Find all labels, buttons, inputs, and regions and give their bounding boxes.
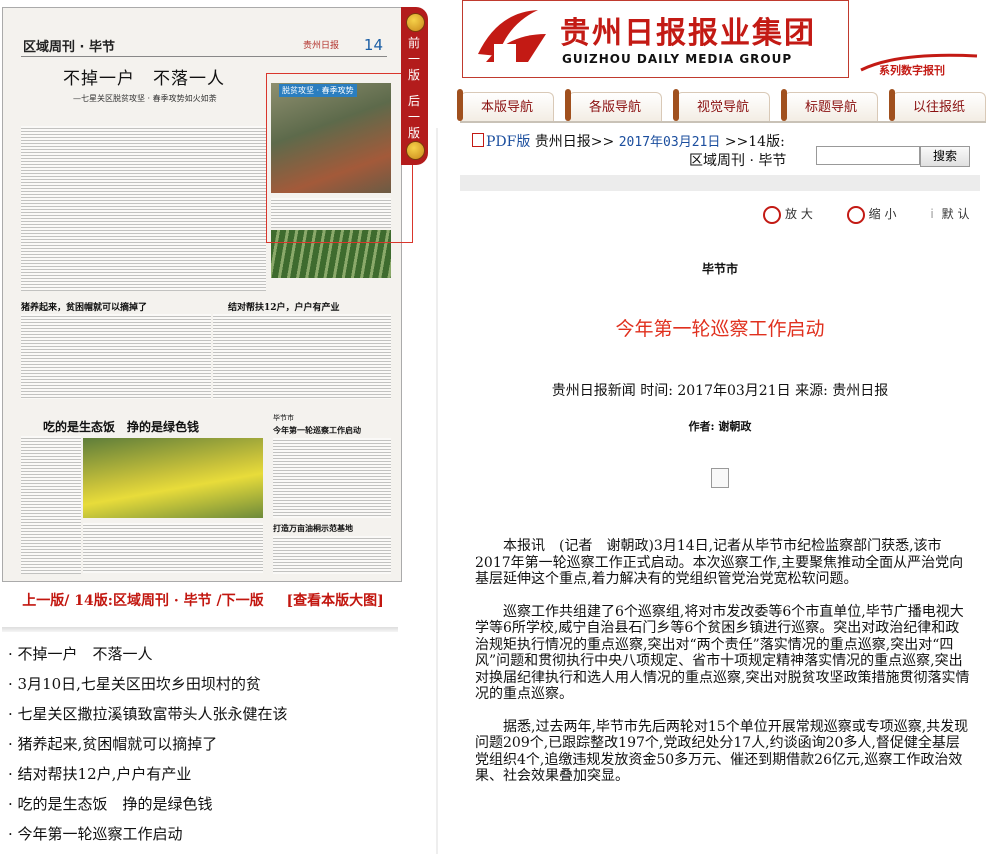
paper-mid-head-1[interactable]: 猪养起来，贫困帽就可以摘掉了 <box>21 300 147 313</box>
paper-text-block <box>21 314 211 399</box>
article-list: · 不掉一户 不落一人 · 3月10日,七星关区田坎乡田坝村的贫 · 七星关区撒… <box>8 642 403 852</box>
broken-image-icon <box>711 468 729 488</box>
next-page-link[interactable]: 后一版 <box>408 93 421 141</box>
zoom-reset-label: 默 认 <box>941 207 970 221</box>
paper-text-block <box>213 314 391 399</box>
paper-photo <box>83 438 263 518</box>
breadcrumb-page-name: 区域周刊 · 毕节 <box>689 153 787 169</box>
tab-title-nav[interactable]: 标题导航 <box>781 89 878 121</box>
paper-text-block <box>21 436 81 574</box>
article-list-item[interactable]: · 结对帮扶12户,户户有产业 <box>8 762 403 792</box>
vertical-page-nav: 前一版 后一版 <box>401 7 428 165</box>
paper-section-title: 区域周刊 · 毕节 <box>23 40 115 55</box>
article-list-item[interactable]: · 不掉一户 不落一人 <box>8 642 403 672</box>
digital-papers-link[interactable]: 系列数字报刊 <box>879 62 945 78</box>
prev-page-link[interactable]: 前一版 <box>408 35 421 83</box>
article-list-item[interactable]: · 3月10日,七星关区田坎乡田坝村的贫 <box>8 672 403 702</box>
paper-right-section: 毕节市 <box>273 414 294 422</box>
tab-visual-nav[interactable]: 视觉导航 <box>673 89 770 121</box>
current-page-label: 14版:区域周刊 · 毕节 <box>74 593 212 609</box>
zoom-reset-button[interactable]: i默 认 <box>930 207 969 221</box>
breadcrumb: PDF版 贵州日报>> 2017年03月21日 >>14版: <box>472 131 785 151</box>
divider <box>2 627 398 632</box>
article-list-item[interactable]: · 猪养起来,贫困帽就可以摘掉了 <box>8 732 403 762</box>
tab-past-papers[interactable]: 以往报纸 <box>889 89 986 121</box>
tab-divider <box>460 121 986 123</box>
paper-text-block <box>273 438 391 518</box>
zoom-controls: 放 大 缩 小 i默 认 <box>763 205 989 224</box>
paper-page-number: 14 <box>363 36 383 54</box>
article-paragraph: 本报讯 (记者 谢朝政)3月14日,记者从毕节市纪检监察部门获悉,该市2017年… <box>475 538 964 587</box>
article-section: 毕节市 <box>701 262 738 276</box>
brand-logo-icon <box>478 10 546 62</box>
tab-all-pages-nav[interactable]: 各版导航 <box>565 89 662 121</box>
paper-rule <box>21 56 387 57</box>
search-input[interactable] <box>816 146 920 165</box>
page-navigation: 上一版/ 14版:区域周刊 · 毕节 /下一版 [查看本版大图] <box>8 593 398 610</box>
gray-strip <box>460 175 980 191</box>
paper-text-block <box>273 536 391 574</box>
search-button[interactable]: 搜索 <box>920 146 970 167</box>
article-list-item[interactable]: · 吃的是生态饭 挣的是绿色钱 <box>8 792 403 822</box>
article-title: 今年第一轮巡察工作启动 <box>615 318 825 340</box>
zoom-out-icon <box>846 205 865 224</box>
pdf-icon[interactable] <box>472 133 484 147</box>
zoom-in-label: 放 大 <box>785 207 813 221</box>
breadcrumb-page: >>14版: <box>724 134 785 150</box>
prev-page-text-link[interactable]: 上一版/ <box>22 593 69 609</box>
info-icon: i <box>930 207 934 221</box>
next-knob-icon[interactable] <box>406 141 425 160</box>
brand-name-en: GUIZHOU DAILY MEDIA GROUP <box>562 52 793 66</box>
brand-name-cn: 贵州日报报业集团 <box>560 16 816 51</box>
paper-mid-head-2[interactable]: 结对帮扶12户，户户有产业 <box>228 300 340 313</box>
breadcrumb-paper[interactable]: 贵州日报>> <box>535 134 614 150</box>
view-big-image-link[interactable]: [查看本版大图] <box>286 593 383 609</box>
article-meta: 贵州日报新闻 时间: 2017年03月21日 来源: 贵州日报 <box>551 383 889 399</box>
article-paragraph: 巡察工作共组建了6个巡察组,将对市发改委等6个市直单位,毕节广播电视大学等6所学… <box>475 603 970 703</box>
tab-page-nav[interactable]: 本版导航 <box>457 89 554 121</box>
paper-right-head-1[interactable]: 今年第一轮巡察工作启动 <box>273 425 361 436</box>
zoom-in-button[interactable]: 放 大 <box>763 205 813 224</box>
paper-subhead: —七星关区脱贫攻坚 · 春季攻势如火如荼 <box>73 94 217 103</box>
pdf-link[interactable]: PDF版 <box>486 134 530 150</box>
article-author: 作者: 谢朝政 <box>688 420 752 433</box>
zoom-out-label: 缩 小 <box>868 207 897 221</box>
article-highlight-box[interactable] <box>266 73 413 243</box>
paper-text-block <box>21 126 266 291</box>
article-paragraph: 据悉,过去两年,毕节市先后两轮对15个单位开展常规巡察或专项巡察,共发现问题20… <box>475 718 969 785</box>
zoom-in-icon <box>763 205 781 224</box>
paper-bottom-head[interactable]: 吃的是生态饭 挣的是绿色钱 <box>43 418 199 435</box>
next-page-text-link[interactable]: /下一版 <box>216 593 263 609</box>
zoom-out-button[interactable]: 缩 小 <box>846 205 897 224</box>
breadcrumb-date[interactable]: 2017年03月21日 <box>619 135 721 150</box>
article-list-item[interactable]: · 七星关区撒拉溪镇致富带头人张永健在该 <box>8 702 403 732</box>
paper-headline[interactable]: 不掉一户 不落一人 <box>63 64 225 89</box>
prev-knob-icon[interactable] <box>406 13 425 32</box>
article-list-item[interactable]: · 今年第一轮巡察工作启动 <box>8 822 403 852</box>
paper-text-block <box>83 523 263 573</box>
paper-logo: 贵州日报 <box>303 41 340 51</box>
nav-tabs: 本版导航 各版导航 视觉导航 标题导航 以往报纸 <box>457 88 986 121</box>
paper-right-head-2[interactable]: 打造万亩油桐示范基地 <box>273 523 353 534</box>
article-body: 本报讯 (记者 谢朝政)3月14日,记者从毕节市纪检监察部门获悉,该市2017年… <box>475 538 970 801</box>
